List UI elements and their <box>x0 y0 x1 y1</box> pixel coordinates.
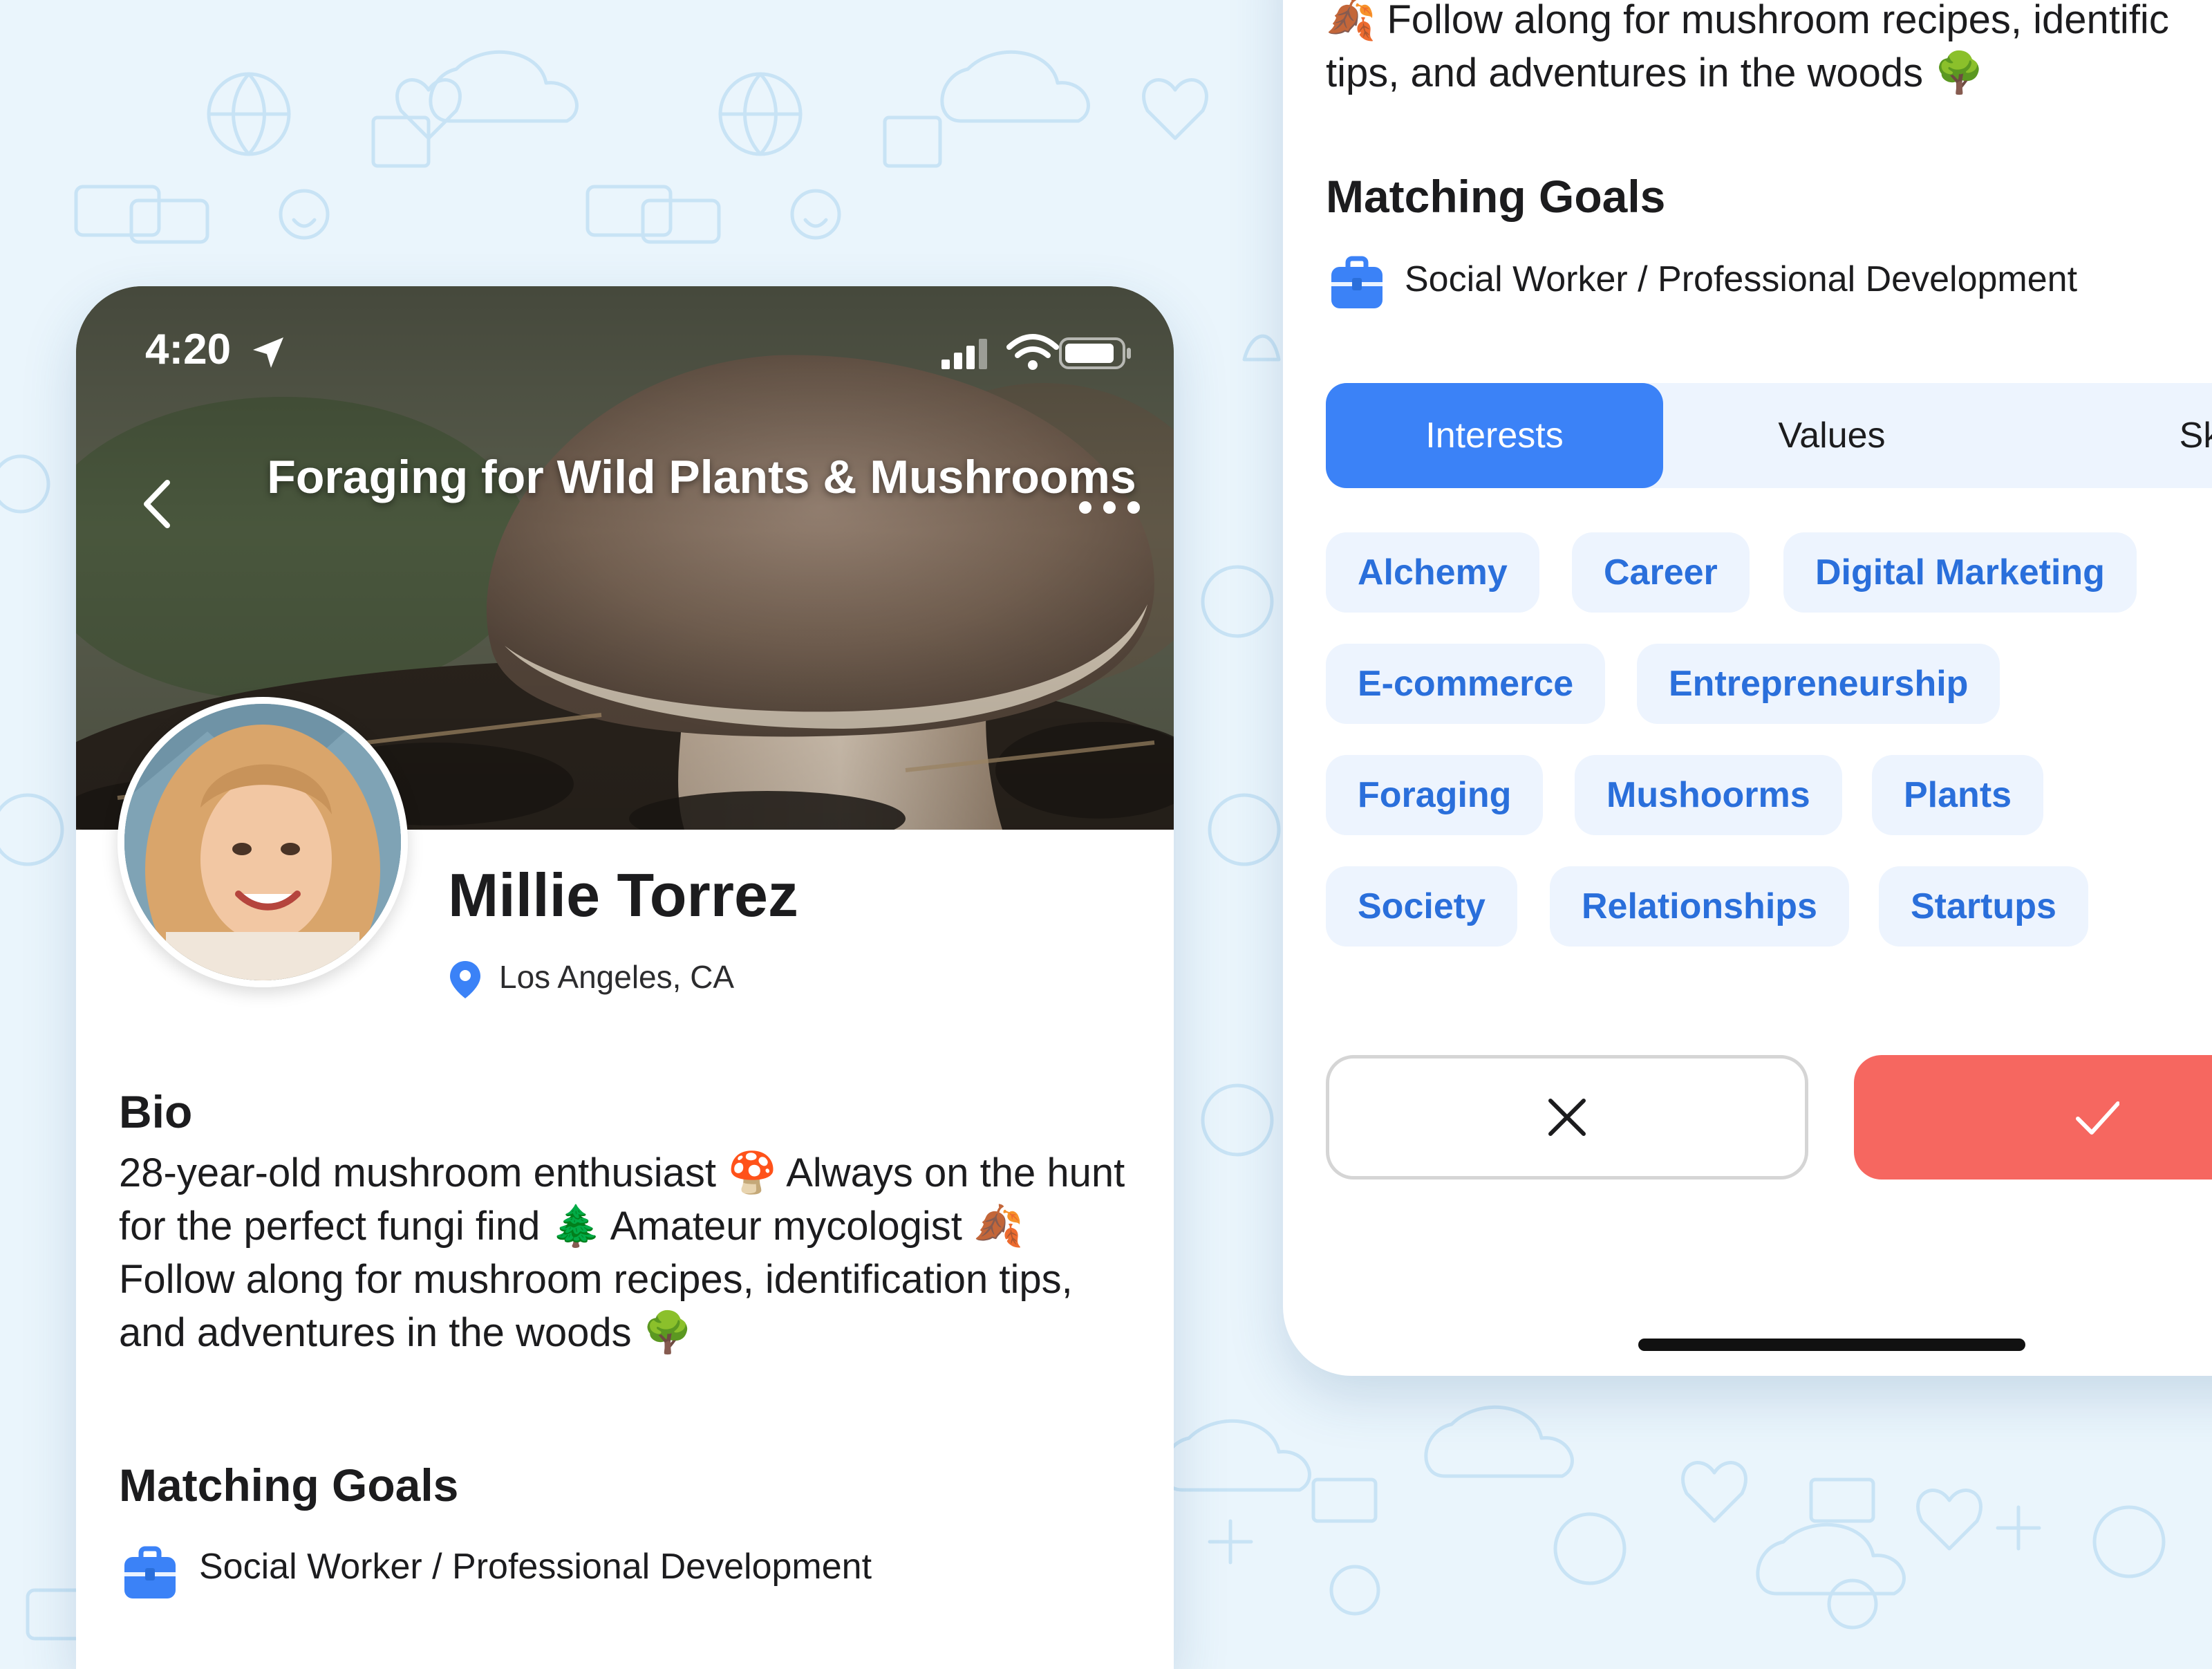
avatar[interactable] <box>118 697 408 987</box>
profile-screen: 4:20 Foraging for Wild Plants & Mushroom… <box>76 286 1174 1669</box>
matching-goal-item: Social Worker / Professional Development <box>1405 259 2078 299</box>
interest-chip[interactable]: Entrepreneurship <box>1637 644 2000 724</box>
tab-interests[interactable]: Interests <box>1326 383 1663 488</box>
interest-chip[interactable]: Alchemy <box>1326 532 1539 613</box>
interest-chip[interactable]: Relationships <box>1550 866 1849 947</box>
bio-text-continued: 🍂 Follow along for mushroom recipes, ide… <box>1326 0 2212 100</box>
more-horizontal-icon[interactable] <box>1071 487 1147 528</box>
matching-goal-item: Social Worker / Professional Development <box>199 1547 872 1587</box>
bio-line: 🍂 Follow along for mushroom recipes, ide… <box>1326 0 2169 42</box>
interest-chip[interactable]: Society <box>1326 866 1517 947</box>
accept-button[interactable] <box>1854 1055 2212 1180</box>
location-pin-icon <box>450 961 480 998</box>
reject-button[interactable] <box>1326 1055 1808 1180</box>
matching-goals-heading: Matching Goals <box>1326 171 1666 222</box>
profile-name: Millie Torrez <box>448 861 798 929</box>
interest-chip[interactable]: Foraging <box>1326 755 1544 835</box>
briefcase-icon <box>1331 256 1382 308</box>
tab-skills[interactable]: Skills <box>2000 383 2212 488</box>
interest-chip[interactable]: E-commerce <box>1326 644 1606 724</box>
wifi-icon <box>1006 334 1059 370</box>
tab-values[interactable]: Values <box>1663 383 2000 488</box>
profile-location: Los Angeles, CA <box>499 959 735 995</box>
bio-text: 28-year-old mushroom enthusiast 🍄 Always… <box>119 1150 1125 1355</box>
bio-heading: Bio <box>119 1086 193 1137</box>
interest-chip[interactable]: Plants <box>1872 755 2044 835</box>
chevron-left-icon[interactable] <box>131 473 187 535</box>
cellular-signal-icon <box>941 339 987 369</box>
home-indicator <box>1638 1339 2025 1351</box>
profile-details-screen: 🍂 Follow along for mushroom recipes, ide… <box>1283 0 2212 1376</box>
briefcase-icon <box>124 1546 176 1598</box>
checkmark-icon <box>2076 1101 2119 1135</box>
bio-line: tips, and adventures in the woods 🌳 <box>1326 50 1985 95</box>
matching-goals-heading: Matching Goals <box>119 1460 459 1511</box>
avatar-photo <box>124 704 401 980</box>
interest-chip[interactable]: Startups <box>1879 866 2088 947</box>
interest-chip[interactable]: Digital Marketing <box>1783 532 2137 613</box>
tab-bar: Interests Values Skills <box>1326 383 2212 488</box>
interest-chip[interactable]: Career <box>1572 532 1750 613</box>
interest-chip[interactable]: Mushoorms <box>1575 755 1842 835</box>
page-title: Foraging for Wild Plants & Mushrooms <box>267 451 1136 503</box>
location-arrow-icon <box>253 337 283 368</box>
close-icon <box>1548 1099 1586 1136</box>
status-time: 4:20 <box>145 326 232 373</box>
battery-icon <box>1059 337 1131 369</box>
